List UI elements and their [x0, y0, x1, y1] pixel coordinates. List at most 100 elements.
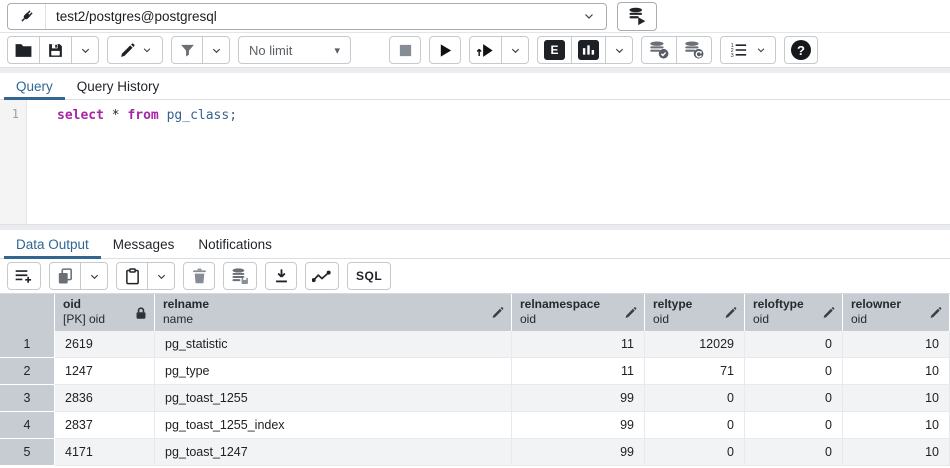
- grid-cell-reltype[interactable]: 0: [645, 412, 745, 439]
- grid-cell-reltype[interactable]: 12029: [645, 331, 745, 358]
- macros-button[interactable]: 123: [720, 36, 776, 64]
- grid-cell-oid[interactable]: 2836: [55, 385, 155, 412]
- column-type: oid: [851, 312, 941, 327]
- add-row-button[interactable]: [7, 262, 41, 290]
- column-header-oid[interactable]: oid[PK] oid: [55, 294, 155, 331]
- filter-button[interactable]: [171, 36, 203, 64]
- tab-notifications[interactable]: Notifications: [186, 230, 284, 258]
- grid-cell-relnamespace[interactable]: 11: [512, 331, 645, 358]
- grid-cell-oid[interactable]: 1247: [55, 358, 155, 385]
- sql-token-operator: *: [112, 108, 120, 123]
- filter-options-button[interactable]: [203, 36, 230, 64]
- grid-cell-relowner[interactable]: 10: [843, 358, 950, 385]
- chevron-down-icon: [510, 45, 521, 56]
- chevron-down-icon: [89, 271, 100, 282]
- grid-cell-reltype[interactable]: 0: [645, 439, 745, 466]
- tab-query-history[interactable]: Query History: [65, 73, 172, 99]
- column-header-relowner[interactable]: relowneroid: [843, 294, 950, 331]
- column-header-reltype[interactable]: reltypeoid: [645, 294, 745, 331]
- explain-button[interactable]: E: [537, 36, 572, 64]
- sql-code-line[interactable]: select * from pg_class;: [27, 100, 950, 224]
- select-all-corner[interactable]: [0, 294, 55, 331]
- grid-cell-relowner[interactable]: 10: [843, 331, 950, 358]
- tab-query[interactable]: Query: [4, 73, 65, 99]
- edit-pencil-icon[interactable]: [491, 306, 504, 319]
- save-data-button[interactable]: [223, 262, 257, 290]
- rollback-button[interactable]: [677, 36, 712, 64]
- download-csv-button[interactable]: [265, 262, 297, 290]
- grid-cell-relname[interactable]: pg_toast_1255_index: [155, 412, 512, 439]
- row-number[interactable]: 4: [0, 412, 55, 439]
- tab-messages[interactable]: Messages: [101, 230, 187, 258]
- chevron-down-icon: [211, 45, 222, 56]
- grid-cell-reloftype[interactable]: 0: [745, 358, 843, 385]
- grid-cell-reloftype[interactable]: 0: [745, 439, 843, 466]
- explain-options-button[interactable]: [606, 36, 633, 64]
- save-options-button[interactable]: [72, 36, 99, 64]
- copy-button[interactable]: [49, 262, 81, 290]
- delete-row-button[interactable]: [183, 262, 215, 290]
- connection-toolbar: test2/postgres@postgresql: [0, 0, 950, 33]
- column-name: oid: [63, 297, 146, 312]
- grid-cell-relname[interactable]: pg_toast_1255: [155, 385, 512, 412]
- help-button[interactable]: ?: [784, 36, 818, 64]
- column-header-relnamespace[interactable]: relnamespaceoid: [512, 294, 645, 331]
- column-header-reloftype[interactable]: reloftypeoid: [745, 294, 843, 331]
- column-type: name: [163, 312, 503, 327]
- grid-cell-reloftype[interactable]: 0: [745, 331, 843, 358]
- row-number[interactable]: 5: [0, 439, 55, 466]
- row-number[interactable]: 1: [0, 331, 55, 358]
- grid-cell-relname[interactable]: pg_statistic: [155, 331, 512, 358]
- edit-pencil-icon[interactable]: [624, 306, 637, 319]
- grid-cell-oid[interactable]: 4171: [55, 439, 155, 466]
- connection-select[interactable]: test2/postgres@postgresql: [7, 3, 607, 30]
- edit-pencil-icon[interactable]: [822, 306, 835, 319]
- grid-cell-reloftype[interactable]: 0: [745, 385, 843, 412]
- edit-button[interactable]: [107, 36, 163, 64]
- paste-options-button[interactable]: [148, 262, 175, 290]
- grid-cell-reltype[interactable]: 0: [645, 385, 745, 412]
- sql-token-identifier: pg_class: [167, 108, 230, 123]
- grid-cell-relowner[interactable]: 10: [843, 385, 950, 412]
- copy-options-button[interactable]: [81, 262, 108, 290]
- grid-cell-oid[interactable]: 2837: [55, 412, 155, 439]
- execute-cursor-button[interactable]: [469, 36, 502, 64]
- open-file-button[interactable]: [7, 36, 40, 64]
- sql-button[interactable]: SQL: [347, 262, 391, 290]
- sql-editor[interactable]: 1 select * from pg_class;: [0, 100, 950, 224]
- commit-button[interactable]: [641, 36, 677, 64]
- row-number[interactable]: 3: [0, 385, 55, 412]
- grid-cell-oid[interactable]: 2619: [55, 331, 155, 358]
- grid-cell-reltype[interactable]: 71: [645, 358, 745, 385]
- save-button[interactable]: [40, 36, 72, 64]
- grid-cell-relnamespace[interactable]: 99: [512, 412, 645, 439]
- column-header-relname[interactable]: relnamename: [155, 294, 512, 331]
- grid-cell-relname[interactable]: pg_type: [155, 358, 512, 385]
- stop-button[interactable]: [389, 36, 421, 64]
- paste-button[interactable]: [116, 262, 148, 290]
- sql-token-keyword: from: [127, 108, 158, 123]
- explain-analyze-button[interactable]: [572, 36, 606, 64]
- grid-cell-relnamespace[interactable]: 99: [512, 439, 645, 466]
- grid-cell-relowner[interactable]: 10: [843, 439, 950, 466]
- grid-cell-reloftype[interactable]: 0: [745, 412, 843, 439]
- column-name: relnamespace: [520, 297, 636, 312]
- database-commit-icon: [648, 40, 670, 60]
- execute-options-button[interactable]: [502, 36, 529, 64]
- limit-select[interactable]: No limit ▾: [238, 36, 351, 64]
- edit-pencil-icon[interactable]: [724, 306, 737, 319]
- tab-data-output[interactable]: Data Output: [4, 230, 101, 258]
- chart-button[interactable]: [305, 262, 339, 290]
- grid-header: oid[PK] oidrelnamenamerelnamespaceoidrel…: [0, 294, 950, 331]
- edit-pencil-icon[interactable]: [929, 306, 942, 319]
- grid-cell-relowner[interactable]: 10: [843, 412, 950, 439]
- grid-cell-relnamespace[interactable]: 11: [512, 358, 645, 385]
- row-number[interactable]: 2: [0, 358, 55, 385]
- filter-funnel-icon: [179, 42, 196, 59]
- execute-button[interactable]: [429, 36, 461, 64]
- grid-cell-relname[interactable]: pg_toast_1247: [155, 439, 512, 466]
- grid-cell-relnamespace[interactable]: 99: [512, 385, 645, 412]
- chevron-down-icon: [156, 271, 167, 282]
- new-connection-button[interactable]: [617, 2, 657, 31]
- column-name: relname: [163, 297, 503, 312]
